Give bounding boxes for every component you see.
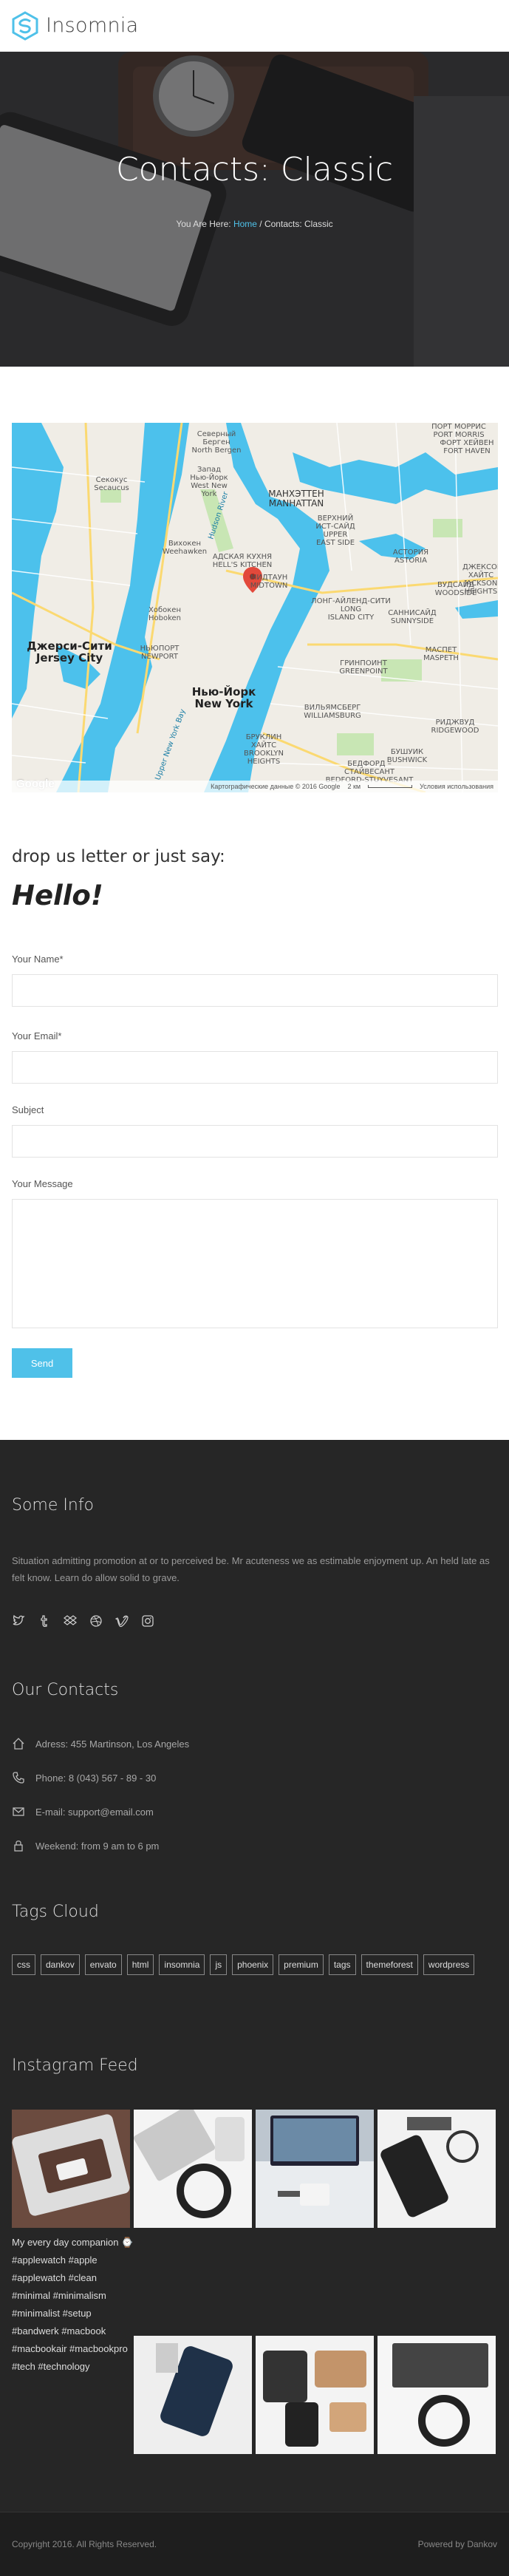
map-label-fort-haven: ФОРТ ХЕЙВЕН FORT HAVEN bbox=[440, 439, 494, 455]
instagram-feed: My every day companion ⌚#applewatch #app… bbox=[12, 2110, 496, 2464]
contact-email-text[interactable]: E-mail: support@email.com bbox=[35, 1807, 154, 1818]
instagram-photo[interactable] bbox=[378, 2336, 496, 2454]
contact-address: Adress: 455 Martinson, Los Angeles bbox=[12, 1737, 189, 1750]
map-label-manhattan: МАНХЭТТЕН MANHATTAN bbox=[268, 489, 324, 509]
map-label-astoria: АСТОРИЯ ASTORIA bbox=[392, 548, 429, 565]
map-label-midtown: МИДТАУН MIDTOWN bbox=[250, 574, 288, 590]
site-header: Insomnia bbox=[0, 0, 509, 52]
name-label: Your Name* bbox=[12, 954, 64, 965]
instagram-photo[interactable] bbox=[12, 2110, 130, 2228]
map-label-greenpoint: ГРИНПОИНТ GREENPOINT bbox=[339, 659, 388, 676]
breadcrumb-prefix: You Are Here: bbox=[176, 219, 231, 229]
map-label-north-bergen: Северный Берген North Bergen bbox=[191, 430, 242, 455]
site-footer: Some Info Situation admitting promotion … bbox=[0, 1440, 509, 2576]
tag-envato[interactable]: envato bbox=[84, 1954, 122, 1975]
hero-background-image bbox=[0, 52, 509, 367]
tag-js[interactable]: js bbox=[210, 1954, 228, 1975]
lock-icon bbox=[14, 1841, 23, 1852]
contact-address-text: Adress: 455 Martinson, Los Angeles bbox=[35, 1738, 190, 1750]
social-links bbox=[12, 1614, 154, 1628]
our-contacts-title: Our Contacts bbox=[12, 1681, 119, 1699]
subject-input[interactable] bbox=[12, 1125, 498, 1158]
message-label: Your Message bbox=[12, 1178, 73, 1189]
email-label: Your Email* bbox=[12, 1030, 62, 1041]
breadcrumb-current: / Contacts: Classic bbox=[256, 219, 333, 229]
twitter-icon[interactable] bbox=[12, 1614, 25, 1628]
tumblr-icon[interactable] bbox=[38, 1614, 51, 1628]
page-title: Contacts: Classic bbox=[115, 151, 394, 188]
map-scale-bar bbox=[368, 785, 413, 788]
powered-by-text[interactable]: Powered by Dankov bbox=[418, 2539, 497, 2549]
copyright-text: Copyright 2016. All Rights Reserved. bbox=[12, 2539, 157, 2549]
subject-label: Subject bbox=[12, 1104, 44, 1115]
breadcrumb-home-link[interactable]: Home bbox=[233, 219, 257, 229]
map-label-jersey-city: Джерси-Сити Jersey City bbox=[27, 639, 112, 665]
page: Insomnia Contacts: Classic You Are Here:… bbox=[0, 0, 509, 2576]
map-footer: Картографические данные © 2016 Google 2 … bbox=[12, 781, 498, 792]
instagram-photo[interactable] bbox=[378, 2110, 496, 2228]
map-label-hells-kitchen: АДСКАЯ КУХНЯ HELL'S KITCHEN bbox=[212, 553, 273, 569]
logo-icon[interactable] bbox=[10, 10, 40, 41]
google-map[interactable]: Северный Берген North Bergen Секокус Sec… bbox=[12, 423, 498, 792]
phone-icon bbox=[13, 1772, 24, 1784]
map-label-jackson-heights: ДЖЕКСОН ХАЙТС JACKSON HEIGHTS bbox=[462, 563, 498, 596]
tag-insomnia[interactable]: insomnia bbox=[159, 1954, 205, 1975]
map-label-ridgewood: РИДЖВУД RIDGEWOOD bbox=[431, 718, 479, 735]
map-label-williamsburg: ВИЛЬЯМСБЕРГ WILLIAMSBURG bbox=[304, 704, 361, 720]
tag-wordpress[interactable]: wordpress bbox=[423, 1954, 475, 1975]
contact-phone-text: Phone: 8 (043) 567 - 89 - 30 bbox=[35, 1772, 157, 1784]
breadcrumb: You Are Here: Home / Contacts: Classic bbox=[0, 219, 509, 229]
instagram-feed-title: Instagram Feed bbox=[12, 2056, 138, 2075]
tag-dankov[interactable]: dankov bbox=[41, 1954, 80, 1975]
page-hero: Contacts: Classic You Are Here: Home / C… bbox=[0, 52, 509, 367]
some-info-text: Situation admitting promotion at or to p… bbox=[12, 1555, 490, 1583]
map-label-new-york: Нью-Йорк New York bbox=[191, 685, 256, 710]
contact-intro: drop us letter or just say: bbox=[12, 847, 225, 866]
tags-cloud-title: Tags Cloud bbox=[12, 1903, 99, 1921]
message-textarea[interactable] bbox=[12, 1199, 498, 1328]
some-info-title: Some Info bbox=[12, 1496, 95, 1515]
map-label-brooklyn-heights: БРУКЛИН ХАЙТС BROOKLYN HEIGHTS bbox=[244, 733, 284, 766]
map-label-maspeth: МАСПЕТ MASPETH bbox=[423, 646, 459, 662]
map-label-secaucus: Секокус Secaucus bbox=[94, 476, 129, 492]
home-icon bbox=[13, 1738, 24, 1750]
contact-hello: Hello! bbox=[12, 880, 103, 911]
contact-email: E-mail: support@email.com bbox=[12, 1805, 154, 1818]
tag-phoenix[interactable]: phoenix bbox=[232, 1954, 274, 1975]
email-input[interactable] bbox=[12, 1051, 498, 1084]
map-terms-link[interactable]: Условия использования bbox=[420, 783, 493, 790]
tag-tags[interactable]: tags bbox=[328, 1954, 356, 1975]
dribbble-icon[interactable] bbox=[89, 1614, 103, 1628]
contact-hours: Weekend: from 9 am to 6 pm bbox=[12, 1839, 159, 1852]
send-button[interactable]: Send bbox=[12, 1348, 72, 1378]
map-label-hoboken: Хобокен Hoboken bbox=[148, 606, 182, 622]
dropbox-icon[interactable] bbox=[64, 1614, 77, 1628]
footer-bottom-bar: Copyright 2016. All Rights Reserved. Pow… bbox=[0, 2512, 509, 2576]
map-label-long-island-city: ЛОНГ-АЙЛЕНД-СИТИ LONG ISLAND CITY bbox=[311, 597, 391, 622]
instagram-photo[interactable] bbox=[256, 2110, 374, 2228]
contact-hours-text: Weekend: from 9 am to 6 pm bbox=[35, 1840, 160, 1852]
vimeo-icon[interactable] bbox=[115, 1614, 129, 1628]
tag-themeforest[interactable]: themeforest bbox=[361, 1954, 418, 1975]
map-attribution[interactable]: Картографические данные © 2016 Google bbox=[211, 783, 340, 790]
map-label-upper-east-side: ВЕРХНИЙ ИСТ-САЙД UPPER EAST SIDE bbox=[315, 514, 355, 547]
contact-phone: Phone: 8 (043) 567 - 89 - 30 bbox=[12, 1771, 156, 1784]
instagram-photo[interactable] bbox=[134, 2110, 252, 2228]
instagram-icon[interactable] bbox=[141, 1614, 154, 1628]
tags-cloud: css dankov envato html insomnia js phoen… bbox=[12, 1954, 499, 1975]
logo-text[interactable]: Insomnia bbox=[46, 14, 139, 37]
map-scale: 2 км bbox=[347, 783, 361, 790]
tag-html[interactable]: html bbox=[126, 1954, 154, 1975]
tag-css[interactable]: css bbox=[12, 1954, 35, 1975]
instagram-caption: My every day companion ⌚#applewatch #app… bbox=[12, 2237, 134, 2372]
contact-form: drop us letter or just say: Hello! Your … bbox=[12, 847, 498, 1378]
instagram-photo[interactable] bbox=[256, 2336, 374, 2454]
name-input[interactable] bbox=[12, 974, 498, 1007]
tag-premium[interactable]: premium bbox=[279, 1954, 324, 1975]
instagram-photo[interactable] bbox=[134, 2336, 252, 2454]
map-label-sunnyside: САННИСАЙД SUNNYSIDE bbox=[388, 609, 437, 625]
map-label-newport: НЬЮПОРТ NEWPORT bbox=[140, 645, 180, 661]
mail-icon bbox=[13, 1807, 24, 1816]
map-label-port-morris: ПОРТ МОРРИС PORT MORRIS bbox=[431, 423, 486, 439]
